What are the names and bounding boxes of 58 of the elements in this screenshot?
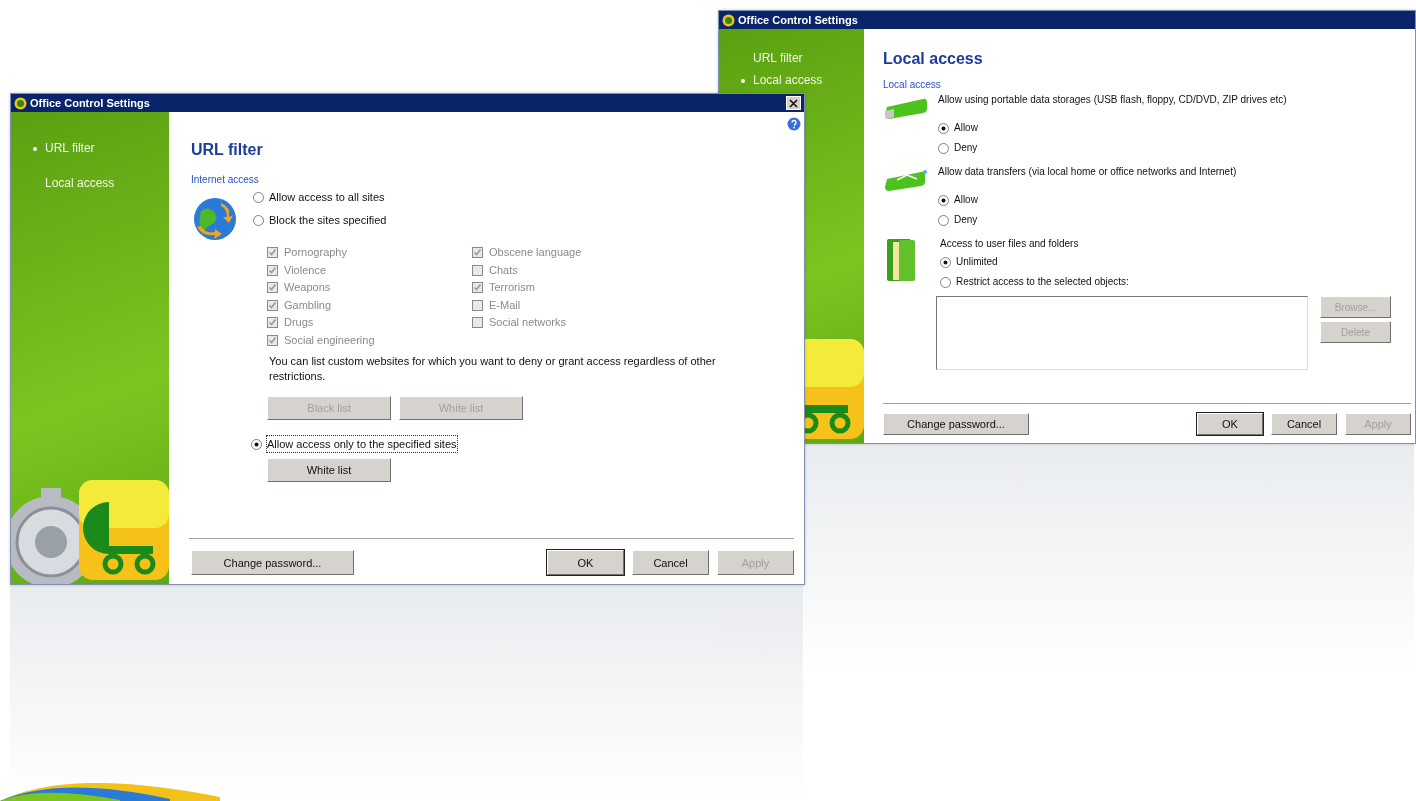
checkbox[interactable]: [267, 299, 278, 311]
radio-label[interactable]: Allow: [954, 192, 978, 208]
group-label: Allow using portable data storages (USB flash, floppy, CD/DVD, ZIP drives etc): [938, 93, 1287, 107]
sidebar-item[interactable]: Local access: [33, 176, 169, 190]
section-label: Local access: [883, 79, 942, 91]
checkbox[interactable]: [267, 247, 278, 259]
checkbox[interactable]: [472, 247, 483, 259]
radio-button[interactable]: [940, 276, 951, 288]
radio-button[interactable]: [938, 194, 949, 206]
sidebar-item[interactable]: URL filter: [33, 141, 169, 155]
dialog-button[interactable]: OK: [547, 550, 624, 575]
sidebar-item[interactable]: URL filter: [741, 51, 864, 65]
checkbox[interactable]: [267, 334, 278, 346]
radio-button[interactable]: [938, 122, 949, 134]
group-label: Allow data transfers (via local home or office networks and Internet): [938, 165, 1237, 179]
group-label: Access to user files and folders: [940, 237, 1080, 251]
radio-button[interactable]: [251, 438, 262, 450]
section-label: Internet access: [191, 174, 260, 186]
radio-button[interactable]: [253, 191, 264, 203]
usb-stick-icon: [885, 97, 927, 119]
change-password-button[interactable]: Change password...: [191, 550, 354, 575]
checkbox[interactable]: [267, 282, 278, 294]
change-password-button[interactable]: Change password...: [883, 413, 1029, 435]
help-icon[interactable]: [787, 117, 801, 131]
radio-button[interactable]: [938, 142, 949, 154]
info-text: You can list custom websites for which you want to deny or grant access regardless of other restrictions.: [269, 354, 717, 384]
radio-button[interactable]: [253, 214, 264, 226]
list-button[interactable]: White list: [267, 458, 391, 482]
app-icon: [14, 96, 27, 110]
close-button[interactable]: [786, 96, 801, 110]
checkbox[interactable]: [267, 317, 278, 329]
window-title: Office Control Settings: [30, 97, 150, 109]
radio-label[interactable]: Deny: [954, 140, 978, 156]
radio-label[interactable]: Unlimited: [956, 254, 998, 270]
app-icon: [722, 13, 735, 27]
page-heading: Local access: [883, 49, 984, 69]
checkbox[interactable]: [472, 264, 483, 276]
network-device-icon: [885, 169, 927, 191]
dialog-button[interactable]: OK: [1197, 413, 1263, 435]
folder-icon: [887, 239, 915, 281]
page-heading: URL filter: [191, 140, 264, 160]
radio-button[interactable]: [940, 256, 951, 268]
radio-label[interactable]: Allow access to all sites: [269, 189, 385, 205]
radio-label[interactable]: Allow: [954, 120, 978, 136]
dialog-button[interactable]: Cancel: [632, 550, 709, 575]
close-icon: [789, 98, 798, 108]
checkbox[interactable]: [472, 299, 483, 311]
checkbox[interactable]: [267, 264, 278, 276]
radio-label[interactable]: Restrict access to the selected objects:: [956, 274, 1129, 290]
radio-button[interactable]: [938, 214, 949, 226]
checkbox[interactable]: [472, 282, 483, 294]
dialog-button[interactable]: Cancel: [1271, 413, 1337, 435]
checkbox[interactable]: [472, 317, 483, 329]
radio-label[interactable]: Deny: [954, 212, 978, 228]
radio-label[interactable]: Allow access only to the specified sites: [267, 436, 457, 452]
window-title: Office Control Settings: [738, 14, 858, 26]
radio-label[interactable]: Block the sites specified: [269, 212, 387, 228]
sidebar-item[interactable]: Local access: [741, 73, 864, 87]
